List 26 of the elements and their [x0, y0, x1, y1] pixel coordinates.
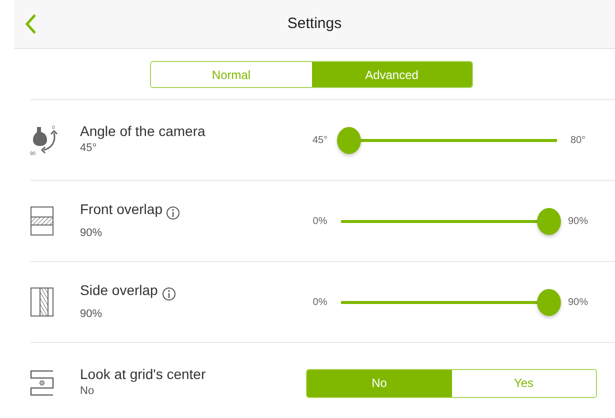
setting-title: Angle of the camera [80, 123, 206, 140]
setting-title: Look at grid's center [80, 366, 206, 384]
back-icon[interactable] [24, 13, 38, 35]
mode-tab[interactable]: Advanced [312, 62, 472, 87]
setting-title: Side overlap [80, 282, 158, 299]
slider-max-label: 90% [566, 296, 589, 310]
setting-value: 90% [80, 226, 104, 241]
slider-min-label: 45° [311, 134, 329, 148]
slider-thumb[interactable] [537, 208, 561, 234]
info-icon[interactable] [166, 206, 180, 220]
side-overlap-icon [30, 287, 54, 317]
slider-min-label: 0% [312, 214, 328, 228]
slider-max-label: 90% [566, 214, 589, 228]
slider-max-label: 80° [569, 134, 587, 148]
front-overlap-icon [30, 206, 54, 236]
setting-value: 45° [80, 141, 98, 156]
setting-value: 90% [80, 306, 104, 322]
setting-title: Front overlap [80, 200, 162, 218]
toggle-option[interactable]: No [307, 370, 452, 396]
slider-thumb[interactable] [337, 126, 361, 154]
info-icon[interactable] [162, 286, 176, 301]
page-title: Settings [287, 14, 342, 34]
slider-thumb[interactable] [537, 288, 561, 316]
setting-value: No [80, 384, 96, 400]
slider-min-label: 0% [312, 296, 328, 310]
grid-center-icon [30, 370, 54, 396]
